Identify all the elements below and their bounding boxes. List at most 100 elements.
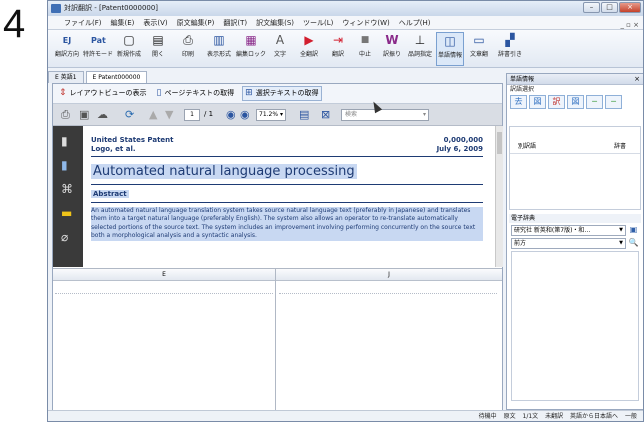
tab-patent[interactable]: E Patent000000 <box>85 71 148 83</box>
translate-step-icon: ⇥ <box>332 33 344 47</box>
abstract-text[interactable]: An automated natural language translatio… <box>91 207 483 241</box>
dictionary-results[interactable] <box>511 251 639 401</box>
menu-help[interactable]: ヘルプ(H) <box>399 16 431 29</box>
print-icon[interactable]: ⎙ <box>61 108 70 122</box>
open-button[interactable]: ▤ 開く <box>146 32 170 66</box>
zoom-select[interactable]: 71.2% ▾ <box>256 109 286 121</box>
status-bar: 待機中 原文 1/1文 未翻訳 英語から日本語へ 一般 <box>48 410 643 421</box>
figure2-icon[interactable]: 図 <box>567 95 584 109</box>
dict-lookup-button[interactable]: ▞ 辞書引き <box>496 32 524 66</box>
patent-mode-button[interactable]: Pat 特許モード <box>83 32 113 66</box>
word-info-icon: ◫ <box>444 34 456 48</box>
link-icon[interactable]: ─ <box>586 95 603 109</box>
translate-button[interactable]: ⇥ 翻訳 <box>326 32 350 66</box>
alternates-header: 別訳語 辞書 <box>510 139 640 154</box>
pdf-page: United States Patent Logo, et al. 0,000,… <box>83 126 495 267</box>
layout-view-button[interactable]: ⇕ レイアウトビューの表示 <box>57 86 149 101</box>
get-selected-text-button[interactable]: ⊞ 選択テキストの取得 <box>242 86 322 101</box>
comment-icon[interactable]: ▬ <box>61 206 72 220</box>
search-mode-select[interactable]: 前方 ▼ <box>511 238 626 249</box>
pos-label: 品詞指定 <box>407 51 432 58</box>
menu-window[interactable]: ウィンドウ(W) <box>342 16 389 29</box>
save-icon[interactable]: ▣ <box>79 108 89 121</box>
status-field: 一般 <box>624 413 637 420</box>
target-row[interactable] <box>279 293 497 294</box>
word-info-label: 単語情報 <box>437 52 462 59</box>
get-page-text-button[interactable]: ▯ ページテキストの取得 <box>155 86 237 101</box>
edit-lock-label: 編集ロック <box>236 51 267 58</box>
dictionary-icon: ▞ <box>505 33 515 47</box>
page-scrollbar[interactable] <box>495 126 503 267</box>
cloud-icon[interactable]: ☁ <box>97 108 108 121</box>
stop-icon: ■ <box>360 35 370 45</box>
menu-file[interactable]: ファイル(F) <box>64 16 102 29</box>
status-translated: 未翻訳 <box>545 413 564 420</box>
menu-source-edit[interactable]: 原文編集(P) <box>177 16 215 29</box>
zoom-in-icon[interactable]: ◉ <box>240 108 250 121</box>
translate-all-button[interactable]: ▶ 全翻訳 <box>296 32 322 66</box>
word-info-button[interactable]: ◫ 単語情報 <box>436 32 464 66</box>
abstract-heading[interactable]: Abstract <box>91 190 129 198</box>
font-label: 文字 <box>273 51 286 58</box>
binoculars-icon[interactable]: ⌘ <box>61 182 73 196</box>
search-input[interactable]: 検索 ▾ <box>341 109 429 121</box>
pos-icon: ⊥ <box>414 33 426 47</box>
panel-close-icon[interactable]: × <box>634 74 640 85</box>
font-icon: A <box>275 33 285 47</box>
remove-icon[interactable]: 去 <box>510 95 527 109</box>
page-down-icon[interactable]: ▼ <box>165 108 173 121</box>
patent-date: July 6, 2009 <box>436 145 483 153</box>
translate-icon[interactable]: 訳 <box>548 95 565 109</box>
menu-translate[interactable]: 翻訳(T) <box>223 16 247 29</box>
panel-title: 単語情報 <box>510 76 535 83</box>
figure-icon[interactable]: 図 <box>529 95 546 109</box>
pages-icon[interactable]: ▮ <box>61 134 68 148</box>
maximize-button[interactable]: □ <box>601 2 618 13</box>
document-title[interactable]: Automated natural language processing <box>91 164 357 179</box>
attachment-icon[interactable]: ⌀ <box>61 230 68 244</box>
edit-lock-button[interactable]: ▦ 編集ロック <box>236 32 266 66</box>
page-up-icon[interactable]: ▲ <box>149 108 157 121</box>
display-format-icon: ▥ <box>213 33 225 47</box>
chevron-down-icon: ▼ <box>619 227 623 233</box>
menu-edit[interactable]: 編集(E) <box>111 16 135 29</box>
fit-page-icon[interactable]: ▤ <box>299 108 309 121</box>
updown-arrow-icon: ⇕ <box>59 88 67 98</box>
new-button[interactable]: ▢ 新規作成 <box>114 32 144 66</box>
menu-target-edit[interactable]: 訳文編集(S) <box>256 16 294 29</box>
zoom-out-icon[interactable]: ◉ <box>226 108 236 121</box>
source-row[interactable] <box>55 293 273 294</box>
close-button[interactable]: × <box>619 2 641 13</box>
direction-label: 翻訳方向 <box>54 51 79 58</box>
menu-tools[interactable]: ツール(L) <box>303 16 333 29</box>
tab-english1[interactable]: E 英語1 <box>48 71 84 83</box>
stop-button[interactable]: ■ 中止 <box>354 32 376 66</box>
link2-icon[interactable]: ─ <box>605 95 622 109</box>
font-button[interactable]: A 文字 <box>268 32 292 66</box>
fit-width-icon[interactable]: ⊠ <box>321 108 330 121</box>
sentence-button[interactable]: ▭ 文章翻 <box>466 32 492 66</box>
bookmarks-icon[interactable]: ▮ <box>61 158 68 172</box>
status-direction: 英語から日本語へ <box>570 413 619 420</box>
target-column-header: J <box>276 269 502 281</box>
scrollbar-thumb[interactable] <box>497 132 502 154</box>
dictionary-select[interactable]: 研究社 新英和(第7版)・和… ▼ <box>511 225 626 236</box>
translate-label: 翻訳 <box>331 51 344 58</box>
abstract-rule <box>91 202 483 203</box>
print-button[interactable]: ⎙ 印刷 <box>176 32 200 66</box>
share-icon[interactable]: ⟳ <box>125 108 134 121</box>
page-number-input[interactable]: 1 <box>184 109 200 121</box>
menu-view[interactable]: 表示(V) <box>143 16 167 29</box>
display-format-button[interactable]: ▥ 表示形式 <box>204 32 234 66</box>
minimize-button[interactable]: – <box>583 2 600 13</box>
pos-button[interactable]: ⊥ 品詞指定 <box>406 32 434 66</box>
panel-header: 単語情報 × <box>507 74 643 85</box>
document-pane: ⇕ レイアウトビューの表示 ▯ ページテキストの取得 ⊞ 選択テキストの取得 ⎙… <box>52 83 503 411</box>
direction-button[interactable]: EJ 翻訳方向 <box>52 32 82 66</box>
furigana-button[interactable]: W 訳振り <box>380 32 404 66</box>
dictionary-settings-icon[interactable]: ▣ <box>628 225 639 236</box>
split-divider[interactable] <box>275 269 276 411</box>
dictionary-select-row: 研究社 新英和(第7版)・和… ▼ ▣ <box>511 225 639 236</box>
chevron-down-icon: ▼ <box>619 240 623 246</box>
dictionary-search-icon[interactable]: 🔍 <box>628 238 639 249</box>
